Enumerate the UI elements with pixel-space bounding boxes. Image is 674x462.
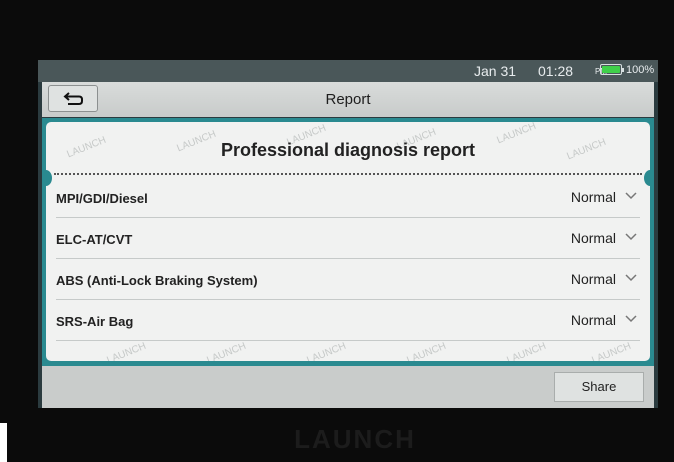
edge-overlay [0,423,7,462]
report-title: Professional diagnosis report [220,140,476,160]
dotted-divider [54,173,642,175]
system-status: Normal [570,271,616,287]
title-bar: Report [42,82,654,117]
device-brand-logo: LAUNCH [294,424,416,454]
report-card: LAUNCH LAUNCH LAUNCH LAUNCH LAUNCH LAUNC… [46,122,650,361]
report-row[interactable]: SRS-Air Bag Normal [56,300,640,341]
report-row[interactable]: MPI/GDI/Diesel Normal [56,177,640,218]
system-name: ABS (Anti-Lock Braking System) [56,273,258,288]
status-time: 01:28 [538,63,574,79]
watermark: LAUNCH [405,340,448,361]
system-status: Normal [570,312,616,328]
system-status: Normal [570,189,616,205]
battery-percent: 100% [626,64,655,76]
watermark: LAUNCH [305,340,348,361]
system-name: MPI/GDI/Diesel [56,191,148,206]
report-row[interactable]: ELC-AT/CVT Normal [56,218,640,259]
bottom-toolbar: Share [42,366,654,408]
report-frame: LAUNCH LAUNCH LAUNCH LAUNCH LAUNCH LAUNC… [42,118,654,366]
share-button[interactable]: Share [554,372,644,402]
watermark: LAUNCH [590,340,633,361]
status-bar: Jan 31 01:28 PM 100% [38,60,658,82]
watermark: LAUNCH [105,340,148,361]
watermark: LAUNCH [205,340,248,361]
chevron-down-icon[interactable] [625,233,637,241]
watermark: LAUNCH [505,340,548,361]
status-date: Jan 31 [474,63,517,79]
chevron-down-icon[interactable] [625,315,637,323]
chevron-down-icon[interactable] [625,192,637,200]
system-status: Normal [570,230,616,246]
battery-icon [600,64,624,75]
system-name: SRS-Air Bag [56,314,134,329]
battery-level-fill [602,66,620,73]
page-title: Report [325,91,371,108]
chevron-down-icon[interactable] [625,274,637,282]
report-row[interactable]: ABS (Anti-Lock Braking System) Normal [56,259,640,300]
system-name: ELC-AT/CVT [56,232,133,247]
device-screen: Jan 31 01:28 PM 100% Report LAUNCH LAUNC… [38,60,658,408]
